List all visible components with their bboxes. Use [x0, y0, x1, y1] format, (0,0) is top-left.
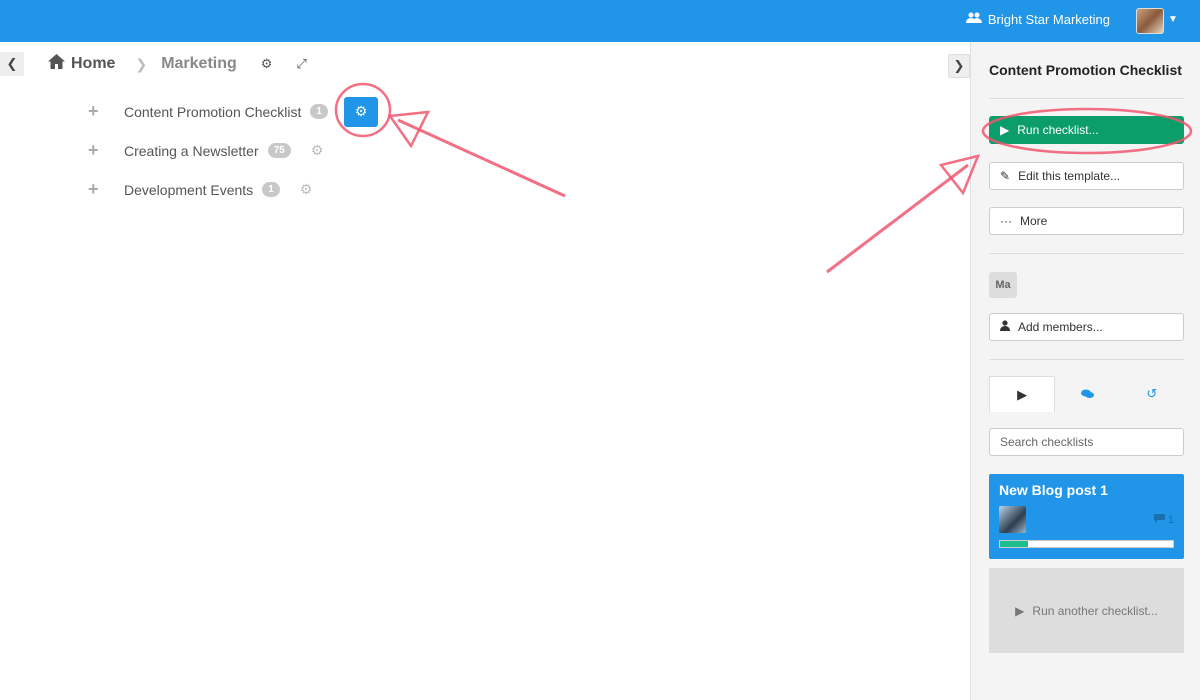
expand-icon[interactable]: ⤢	[296, 56, 306, 72]
arrow-head	[387, 110, 431, 149]
list-item[interactable]: + Development Events 1 ⚙	[88, 170, 378, 209]
breadcrumb: Home ❯ Marketing ⚙ ⤢	[48, 54, 307, 74]
gear-icon[interactable]: ⚙	[261, 56, 273, 72]
run-card-title: New Blog post 1	[999, 482, 1108, 498]
avatar	[999, 506, 1026, 533]
annotation-arrow	[826, 163, 969, 274]
run-card[interactable]: New Blog post 1 1	[989, 474, 1184, 559]
collapse-left-button[interactable]: ❮	[0, 52, 24, 76]
collapse-sidebar-button[interactable]: ❯	[948, 54, 970, 78]
tab-comments[interactable]	[1055, 376, 1119, 412]
run-checklist-button[interactable]: ▶ Run checklist...	[989, 116, 1184, 144]
user-icon	[1000, 320, 1010, 334]
annotation-arrow	[397, 118, 566, 198]
play-icon: ▶	[1017, 386, 1028, 402]
divider	[989, 253, 1184, 254]
checklist-name[interactable]: Creating a Newsletter	[124, 143, 259, 159]
more-button[interactable]: ··· More	[989, 207, 1184, 235]
add-members-button[interactable]: Add members...	[989, 313, 1184, 341]
tab-runs[interactable]: ▶	[989, 376, 1056, 412]
comment-icon	[1153, 514, 1165, 526]
chevron-right-icon: ❯	[135, 55, 148, 72]
checklist-name[interactable]: Content Promotion Checklist	[124, 104, 301, 120]
user-avatar[interactable]	[1136, 8, 1164, 34]
users-icon	[965, 12, 982, 27]
play-icon: ▶	[1015, 603, 1025, 618]
pencil-icon: ✎	[1000, 169, 1011, 183]
top-bar: Bright Star Marketing ▼	[0, 0, 1200, 42]
breadcrumb-marketing[interactable]: Marketing	[161, 55, 237, 73]
gear-icon[interactable]: ⚙	[300, 181, 313, 198]
divider	[989, 98, 1184, 99]
run-another-button[interactable]: ▶ Run another checklist...	[989, 568, 1184, 653]
sidebar: Content Promotion Checklist ▶ Run checkl…	[970, 42, 1200, 700]
home-icon	[48, 54, 65, 74]
list-item[interactable]: + Content Promotion Checklist 1 ⚙	[88, 92, 378, 131]
checklist-name[interactable]: Development Events	[124, 182, 253, 198]
settings-button[interactable]: ⚙	[343, 96, 378, 127]
plus-icon[interactable]: +	[88, 179, 124, 200]
chevron-down-icon[interactable]: ▼	[1168, 14, 1178, 25]
chevron-left-icon: ❮	[6, 56, 18, 71]
tab-history[interactable]: ↺	[1120, 376, 1184, 412]
ellipsis-icon: ···	[1000, 214, 1012, 228]
plus-icon[interactable]: +	[88, 101, 124, 122]
progress-fill	[1000, 541, 1028, 547]
list-item[interactable]: + Creating a Newsletter 75 ⚙	[88, 131, 378, 170]
search-input[interactable]	[989, 428, 1184, 456]
breadcrumb-home[interactable]: Home	[48, 54, 115, 74]
comments-icon	[1080, 387, 1094, 402]
count-badge: 1	[310, 104, 328, 119]
gear-icon: ⚙	[354, 103, 368, 119]
count-badge: 1	[262, 182, 280, 197]
sidebar-tabs: ▶ ↺	[989, 376, 1184, 412]
sidebar-title: Content Promotion Checklist	[989, 62, 1182, 78]
org-name: Bright Star Marketing	[987, 12, 1110, 27]
plus-icon[interactable]: +	[88, 140, 124, 161]
play-icon: ▶	[1000, 123, 1010, 137]
history-icon: ↺	[1146, 386, 1158, 401]
member-avatar[interactable]: Ma	[989, 272, 1017, 298]
chevron-right-icon: ❯	[953, 58, 965, 73]
edit-template-button[interactable]: ✎ Edit this template...	[989, 162, 1184, 190]
org-switcher[interactable]: Bright Star Marketing	[965, 12, 1110, 27]
comment-count: 1	[1153, 514, 1174, 526]
gear-icon[interactable]: ⚙	[311, 142, 324, 159]
progress-bar	[999, 540, 1174, 548]
divider	[989, 359, 1184, 360]
count-badge: 75	[267, 143, 291, 158]
checklist-list: + Content Promotion Checklist 1 ⚙ + Crea…	[88, 92, 378, 209]
